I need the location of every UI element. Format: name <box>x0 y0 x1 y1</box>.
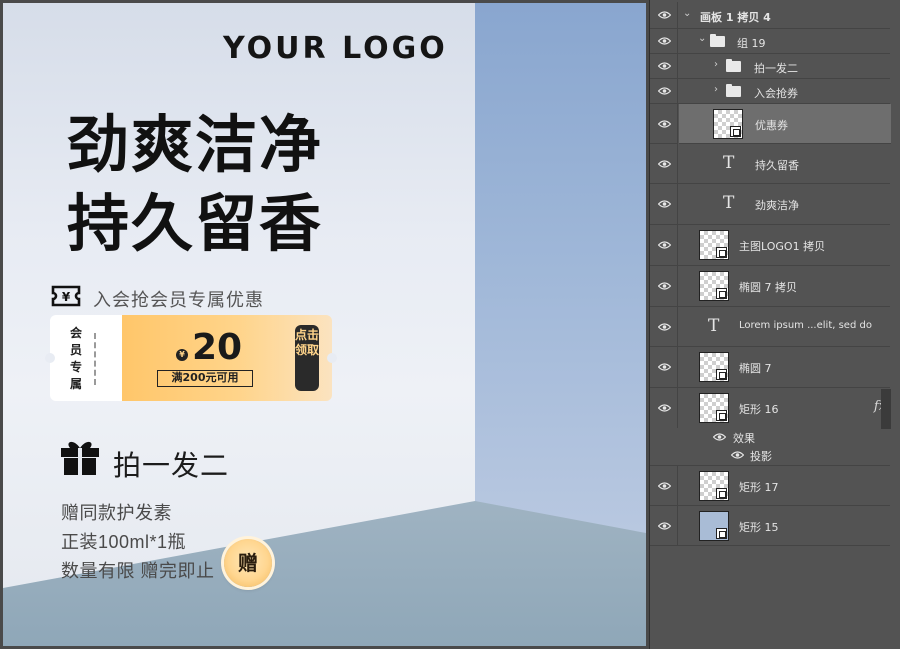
coupon-card[interactable]: 会员专属 ¥ 20 满200元可用 点击领取 <box>45 315 337 401</box>
layer-row-rect-17[interactable]: 矩形 17 <box>650 466 890 506</box>
layer-row-coupon-selected[interactable]: 优惠券 <box>679 104 891 144</box>
layers-panel: ⌄ 画板 1 拷贝 4 ⌄ 组 19 › 拍一发二 › 入会抢券 优惠券 T 持… <box>649 0 900 649</box>
eye-icon[interactable] <box>658 37 671 45</box>
text-layer-icon: T <box>708 316 720 336</box>
layer-name: 矩形 15 <box>739 521 779 534</box>
layer-row-lorem-text[interactable]: T Lorem ipsum ...elit, sed do <box>650 307 890 347</box>
folder-icon <box>726 84 741 97</box>
eye-icon[interactable] <box>658 522 671 530</box>
coupon-currency: ¥ <box>176 349 188 361</box>
panel-scrollbar[interactable] <box>881 389 891 429</box>
layer-row-group-coupon[interactable]: › 入会抢券 <box>650 79 890 104</box>
shape-badge <box>716 488 727 499</box>
artboard-canvas: YOUR LOGO 劲爽洁净 持久留香 ¥ 入会抢会员专属优惠 会员专属 ¥ 2… <box>3 3 646 646</box>
layer-thumbnail <box>699 271 729 301</box>
smart-object-badge <box>730 126 741 137</box>
eye-icon[interactable] <box>658 11 671 19</box>
layer-name: 劲爽洁净 <box>755 199 799 212</box>
layer-name: 拍一发二 <box>754 62 798 75</box>
layer-thumbnail <box>699 471 729 501</box>
layer-row-text-1[interactable]: T 持久留香 <box>650 144 890 184</box>
gift-line-2: 正装100ml*1瓶 <box>61 532 187 552</box>
eye-icon[interactable] <box>658 241 671 249</box>
shape-badge <box>716 288 727 299</box>
layer-name: 椭圆 7 拷贝 <box>739 281 797 294</box>
gift-badge: 赠 <box>224 539 272 587</box>
layer-row-group-gift[interactable]: › 拍一发二 <box>650 54 890 79</box>
layer-name: 效果 <box>733 432 755 445</box>
layer-row-drop-shadow[interactable]: 投影 <box>650 446 890 466</box>
chevron-right-icon[interactable]: › <box>714 59 718 70</box>
folder-icon <box>710 34 725 47</box>
eye-icon[interactable] <box>658 87 671 95</box>
layer-row-effects[interactable]: 效果 <box>650 428 890 446</box>
eye-icon[interactable] <box>658 200 671 208</box>
coupon-member-label: 会员专属 <box>69 326 82 391</box>
chevron-down-icon[interactable]: ⌄ <box>683 8 691 19</box>
eye-icon[interactable] <box>658 120 671 128</box>
ticket-icon: ¥ <box>51 285 81 307</box>
svg-text:¥: ¥ <box>62 290 71 304</box>
eye-icon[interactable] <box>658 160 671 168</box>
layer-row-ellipse-copy[interactable]: 椭圆 7 拷贝 <box>650 266 890 307</box>
folder-icon <box>726 59 741 72</box>
headline-line-2: 持久留香 <box>67 187 324 260</box>
coupon-left-stub <box>50 315 122 401</box>
layer-name: 画板 1 拷贝 4 <box>700 11 771 24</box>
layer-row-artboard[interactable]: ⌄ 画板 1 拷贝 4 <box>650 2 890 29</box>
layer-row-ellipse[interactable]: 椭圆 7 <box>650 347 890 388</box>
eye-icon[interactable] <box>658 62 671 70</box>
eye-icon[interactable] <box>658 404 671 412</box>
layer-name: 持久留香 <box>755 159 799 172</box>
layer-name: 矩形 17 <box>739 481 779 494</box>
shape-badge <box>716 410 727 421</box>
gift-title: 拍一发二 <box>113 450 230 481</box>
coupon-divider <box>94 333 96 385</box>
member-offer-text: 入会抢会员专属优惠 <box>93 290 264 310</box>
eye-icon[interactable] <box>658 282 671 290</box>
shape-badge <box>716 528 727 539</box>
layer-name: 主图LOGO1 拷贝 <box>739 240 826 253</box>
coupon-notch-left <box>45 353 55 363</box>
layer-thumbnail <box>699 511 729 541</box>
layer-name: 优惠券 <box>755 119 788 132</box>
chevron-right-icon[interactable]: › <box>714 84 718 95</box>
layer-row-text-2[interactable]: T 劲爽洁净 <box>650 184 890 225</box>
shape-badge <box>716 369 727 380</box>
layer-name: 入会抢券 <box>754 87 798 100</box>
gift-box-icon <box>61 441 99 475</box>
coupon-notch-right <box>327 353 337 363</box>
eye-icon[interactable] <box>731 451 744 459</box>
layer-row-group-19[interactable]: ⌄ 组 19 <box>650 29 890 54</box>
eye-icon[interactable] <box>713 433 726 441</box>
smart-object-badge <box>716 247 727 258</box>
eye-icon[interactable] <box>658 363 671 371</box>
coupon-claim-button[interactable]: 点击领取 <box>295 325 319 391</box>
gift-line-3: 数量有限 赠完即止 <box>61 561 215 581</box>
gift-line-1: 赠同款护发素 <box>61 503 172 523</box>
layer-thumbnail <box>699 352 729 382</box>
layer-row-logo[interactable]: 主图LOGO1 拷贝 <box>650 225 890 266</box>
text-layer-icon: T <box>723 193 735 213</box>
layer-name: Lorem ipsum ...elit, sed do <box>739 320 872 331</box>
headline-line-1: 劲爽洁净 <box>67 108 324 181</box>
text-layer-icon: T <box>723 153 735 173</box>
layer-thumbnail <box>699 393 729 423</box>
layer-name: 椭圆 7 <box>739 362 772 375</box>
layer-row-rect-15[interactable]: 矩形 15 <box>650 506 890 546</box>
coupon-condition: 满200元可用 <box>157 370 253 387</box>
eye-icon[interactable] <box>658 323 671 331</box>
layer-thumbnail <box>699 230 729 260</box>
coupon-amount: 20 <box>192 327 243 368</box>
layer-row-rect-16[interactable]: 矩形 16 fx <box>650 388 890 428</box>
chevron-down-icon[interactable]: ⌄ <box>698 33 706 44</box>
layer-name: 组 19 <box>737 37 766 50</box>
layer-thumbnail <box>713 109 743 139</box>
brand-logo: YOUR LOGO <box>223 31 448 66</box>
layer-name: 矩形 16 <box>739 403 779 416</box>
eye-icon[interactable] <box>658 482 671 490</box>
layer-name: 投影 <box>750 450 772 463</box>
